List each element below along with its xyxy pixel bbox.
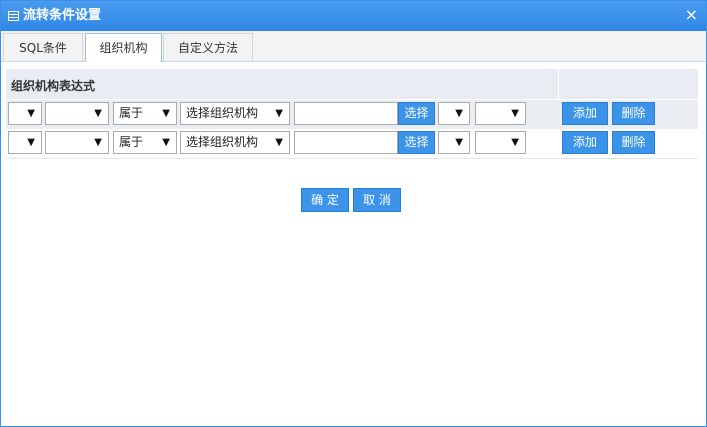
chevron-down-icon: ▼ [27, 137, 35, 148]
relation-select[interactable]: 属于 ▼ [113, 102, 177, 125]
relation-select[interactable]: 属于 ▼ [113, 131, 177, 154]
tab-custom-method[interactable]: 自定义方法 [163, 33, 253, 61]
chevron-down-icon: ▼ [455, 137, 463, 148]
select-button[interactable]: 选择 [398, 102, 435, 125]
grid-icon [8, 11, 19, 21]
chevron-down-icon: ▼ [455, 108, 463, 119]
title-bar[interactable]: 流转条件设置 × [1, 1, 706, 31]
chevron-down-icon: ▼ [511, 108, 519, 119]
chevron-down-icon: ▼ [511, 137, 519, 148]
relation-value: 属于 [119, 106, 144, 120]
close-paren-select[interactable]: ▼ [438, 131, 470, 154]
delete-button[interactable]: 删除 [612, 131, 655, 154]
org-value-input[interactable] [294, 102, 398, 125]
grid-header-label: 组织机构表达式 [11, 79, 96, 93]
add-button[interactable]: 添加 [562, 102, 608, 125]
cancel-button[interactable]: 取 消 [353, 188, 401, 212]
add-button[interactable]: 添加 [562, 131, 608, 154]
table-row: ▼ ▼ 属于 ▼ 选择组织机构 ▼ 选择 ▼ ▼ 添加 删除 [6, 129, 698, 159]
org-type-select[interactable]: 选择组织机构 ▼ [180, 131, 290, 154]
org-value-input[interactable] [294, 131, 398, 154]
header-divider [558, 69, 559, 99]
relation-value: 属于 [119, 135, 144, 149]
logic-select[interactable]: ▼ [475, 102, 526, 125]
field-select[interactable]: ▼ [45, 131, 109, 154]
chevron-down-icon: ▼ [275, 108, 283, 119]
grid-header: 组织机构表达式 [6, 69, 698, 99]
open-paren-select[interactable]: ▼ [8, 102, 42, 125]
org-type-select[interactable]: 选择组织机构 ▼ [180, 102, 290, 125]
dialog-title: 流转条件设置 [23, 8, 102, 23]
chevron-down-icon: ▼ [275, 137, 283, 148]
close-icon[interactable]: × [685, 7, 698, 23]
select-button[interactable]: 选择 [398, 131, 435, 154]
ok-button[interactable]: 确 定 [301, 188, 349, 212]
org-type-value: 选择组织机构 [186, 135, 259, 149]
tab-organization[interactable]: 组织机构 [85, 33, 162, 62]
chevron-down-icon: ▼ [94, 137, 102, 148]
tab-bar: SQL条件 组织机构 自定义方法 [1, 31, 706, 62]
close-paren-select[interactable]: ▼ [438, 102, 470, 125]
chevron-down-icon: ▼ [94, 108, 102, 119]
delete-button[interactable]: 删除 [612, 102, 655, 125]
chevron-down-icon: ▼ [162, 108, 170, 119]
tab-sql[interactable]: SQL条件 [3, 33, 83, 61]
chevron-down-icon: ▼ [27, 108, 35, 119]
logic-select[interactable]: ▼ [475, 131, 526, 154]
org-type-value: 选择组织机构 [186, 106, 259, 120]
chevron-down-icon: ▼ [162, 137, 170, 148]
field-select[interactable]: ▼ [45, 102, 109, 125]
open-paren-select[interactable]: ▼ [8, 131, 42, 154]
table-row: ▼ ▼ 属于 ▼ 选择组织机构 ▼ 选择 ▼ ▼ 添加 删除 [6, 100, 698, 129]
dialog-window: 流转条件设置 × SQL条件 组织机构 自定义方法 组织机构表达式 ▼ ▼ 属于… [0, 0, 707, 427]
